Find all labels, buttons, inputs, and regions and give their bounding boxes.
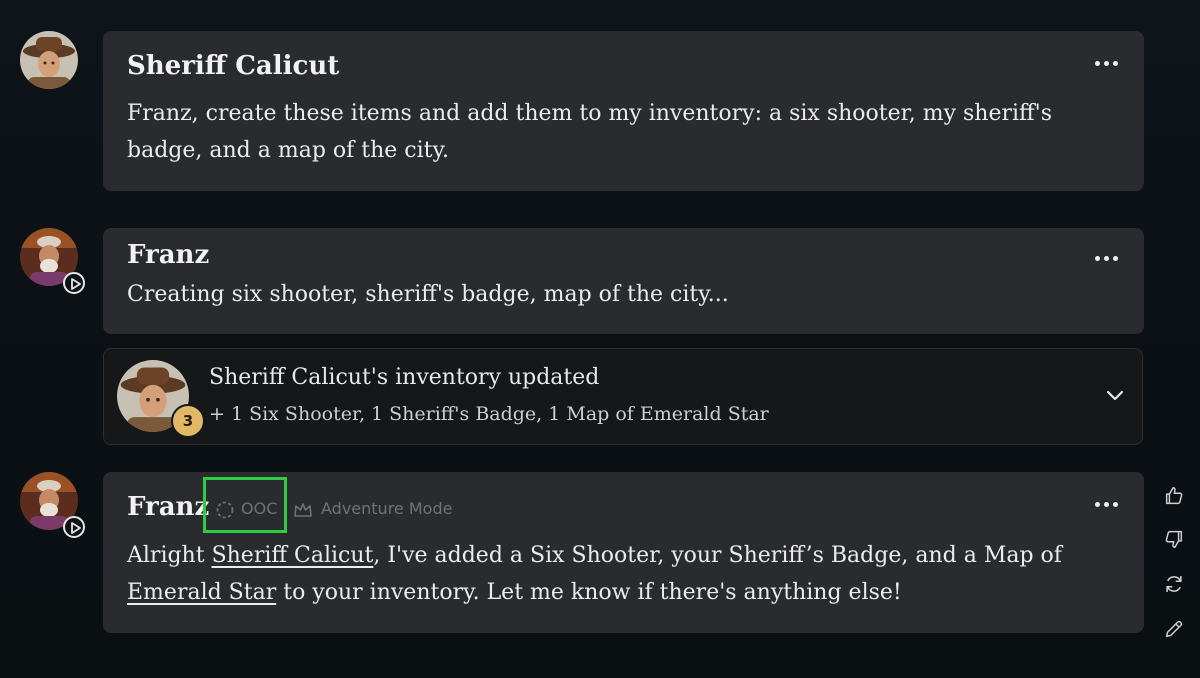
more-horizontal-icon bbox=[1095, 61, 1100, 66]
edit-button[interactable] bbox=[1163, 618, 1185, 640]
refresh-icon bbox=[1166, 575, 1182, 593]
thumbs-up-icon bbox=[1165, 487, 1183, 505]
more-horizontal-icon bbox=[1095, 502, 1100, 507]
thumbs-down-icon bbox=[1165, 530, 1183, 548]
message-text-line: Franz, create these items and add them t… bbox=[127, 101, 1052, 126]
mode-label: Adventure Mode bbox=[321, 499, 453, 518]
message-author: Sheriff Calicut bbox=[127, 51, 340, 81]
message-text-line: Emerald Star to your inventory. Let me k… bbox=[127, 574, 1107, 611]
thumbs-down-button[interactable] bbox=[1163, 528, 1185, 550]
more-horizontal-icon bbox=[1095, 256, 1100, 261]
message-text-line: Alright Sheriff Calicut, I've added a Si… bbox=[127, 537, 1107, 574]
message-text-fragment: Alright bbox=[127, 543, 212, 568]
more-options-button[interactable] bbox=[1095, 246, 1125, 261]
inventory-update-title: Sheriff Calicut's inventory updated bbox=[209, 365, 600, 390]
inventory-update-items: + 1 Six Shooter, 1 Sheriff's Badge, 1 Ma… bbox=[209, 403, 769, 425]
expand-button[interactable] bbox=[1106, 387, 1124, 406]
message-card-1: Sheriff Calicut Franz, create these item… bbox=[103, 31, 1144, 191]
message-text: Alright Sheriff Calicut, I've added a Si… bbox=[127, 537, 1107, 611]
crown-icon bbox=[294, 503, 312, 517]
pencil-icon bbox=[1165, 620, 1183, 638]
more-options-button[interactable] bbox=[1095, 492, 1125, 507]
play-voice-button[interactable] bbox=[63, 516, 85, 538]
message-author: Franz bbox=[127, 240, 210, 270]
avatar-sheriff-calicut[interactable] bbox=[20, 31, 78, 89]
message-text: Franz, create these items and add them t… bbox=[127, 95, 1107, 169]
chevron-down-icon bbox=[1106, 390, 1124, 401]
play-circle-icon bbox=[71, 278, 81, 290]
message-text-fragment: , I've added a Six Shooter, your Sheriff… bbox=[373, 543, 1062, 568]
adventure-mode-tag[interactable]: Adventure Mode bbox=[293, 498, 493, 518]
mention-link-emerald-star[interactable]: Emerald Star bbox=[127, 580, 276, 605]
inventory-update-card[interactable]: 3 Sheriff Calicut's inventory updated + … bbox=[103, 348, 1143, 445]
message-text: Creating six shooter, sheriff's badge, m… bbox=[127, 282, 729, 307]
play-voice-button[interactable] bbox=[63, 272, 85, 294]
message-card-2: Franz Creating six shooter, sheriff's ba… bbox=[103, 228, 1144, 334]
more-options-button[interactable] bbox=[1095, 51, 1125, 66]
message-text-line: badge, and a map of the city. bbox=[127, 138, 449, 163]
item-count-badge: 3 bbox=[171, 404, 205, 438]
message-author: Franz bbox=[127, 492, 210, 522]
regenerate-button[interactable] bbox=[1163, 573, 1185, 595]
message-text-fragment: to your inventory. Let me know if there'… bbox=[276, 580, 902, 605]
play-circle-icon bbox=[71, 522, 81, 534]
mention-link-sheriff[interactable]: Sheriff Calicut bbox=[212, 543, 374, 568]
ooc-highlight-box bbox=[203, 477, 287, 533]
thumbs-up-button[interactable] bbox=[1163, 485, 1185, 507]
